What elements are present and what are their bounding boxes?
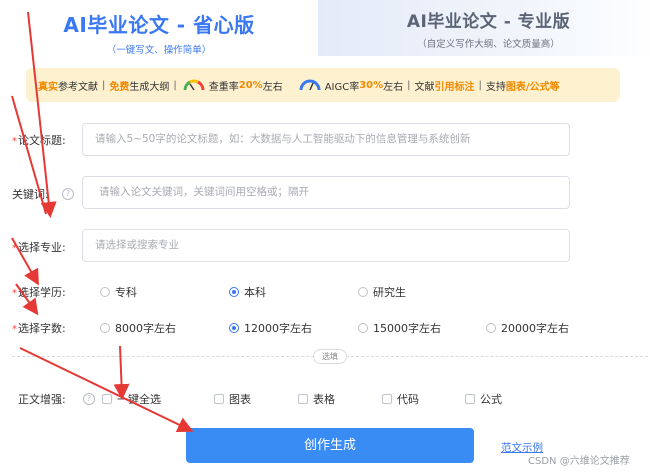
radio-selected-icon [229,287,239,297]
generate-button[interactable]: 创作生成 [186,428,474,463]
help-icon[interactable]: ? [83,393,95,405]
wordcount-label: *选择字数: [12,322,66,335]
radio-icon [358,287,368,297]
banner-highlight: 引用标注 [434,81,475,93]
enhance-option[interactable]: 公式 [465,391,502,407]
banner-text: AIGC率 [324,81,360,93]
radio-selected-icon [229,323,239,333]
arrow-icon [19,347,194,432]
help-icon[interactable]: ? [62,188,74,200]
tab-subtitle: （一键写文、操作简单） [106,45,212,56]
banner-text: 查重率 [208,81,239,93]
banner-separator: | [173,79,177,91]
banner-highlight: 免费 [109,81,130,93]
enhance-option[interactable]: 代码 [382,391,419,407]
major-select[interactable]: 请选择或搜索专业 [82,229,570,262]
banner-highlight: 图表/公式等 [505,81,560,93]
optional-badge: 选填 [313,349,347,364]
banner-separator: | [478,79,482,91]
radio-icon [100,287,110,297]
tab-economy-version[interactable]: AI毕业论文 - 省心版 （一键写文、操作简单） [0,0,318,56]
radio-icon [358,323,368,333]
banner-text: 支持 [485,81,506,93]
tab-subtitle: （自定义写作大纲、论文质量高） [417,39,560,50]
wordcount-option[interactable]: 20000字左右 [486,320,569,336]
title-input[interactable]: 请输入5~50字的论文标题，如：大数据与人工智能驱动下的信息管理与系统创新 [82,123,570,156]
banner-text: 左右 [262,81,283,93]
wordcount-option[interactable]: 12000字左右 [229,320,312,336]
checkbox-icon [382,394,392,404]
tab-title: AI毕业论文 - 专业版 [406,12,571,32]
banner-highlight: 20% [238,79,263,91]
title-label: *论文标题: [12,134,66,147]
checkbox-icon [465,394,475,404]
degree-option[interactable]: 研究生 [358,284,406,300]
radio-icon [100,323,110,333]
radio-icon [486,323,496,333]
degree-option[interactable]: 本科 [229,284,266,300]
gauge-icon [299,79,321,91]
banner-text: 文献 [414,81,435,93]
banner-text: 左右 [383,81,404,93]
banner-highlight: 真实 [38,81,58,93]
arrow-icon [113,345,130,400]
keywords-label: 关键词: [12,188,49,201]
banner-text: 参考文献 [58,81,98,93]
checkbox-icon [214,394,224,404]
major-label: *选择专业: [12,241,66,254]
gauge-icon [183,79,205,91]
banner-highlight: 30% [359,79,384,91]
banner-text: 生成大纲 [129,81,170,93]
tab-title: AI毕业论文 - 省心版 [63,13,255,37]
banner-separator: | [102,79,106,91]
degree-option[interactable]: 专科 [100,284,137,300]
keywords-input[interactable]: 请输入论文关键词，关键词间用空格或；隔开 [82,176,570,209]
checkbox-icon [298,394,308,404]
wordcount-option[interactable]: 15000字左右 [358,320,441,336]
feature-banner: 真实 参考文献 | 免费 生成大纲 | 查重率 20% 左右 AIGC率 30%… [26,68,620,102]
watermark: CSDN @六维论文推荐 [528,456,630,467]
checkbox-icon [102,394,112,404]
enhance-label: 正文增强: [18,393,66,406]
tab-professional-version[interactable]: AI毕业论文 - 专业版 （自定义写作大纲、论文质量高） [318,0,659,56]
enhance-option[interactable]: 图表 [214,391,251,407]
banner-separator: | [407,79,411,91]
degree-label: *选择学历: [12,286,66,299]
enhance-option[interactable]: 表格 [298,391,335,407]
wordcount-option[interactable]: 8000字左右 [100,320,176,336]
enhance-option[interactable]: 一键全选 [102,391,161,407]
